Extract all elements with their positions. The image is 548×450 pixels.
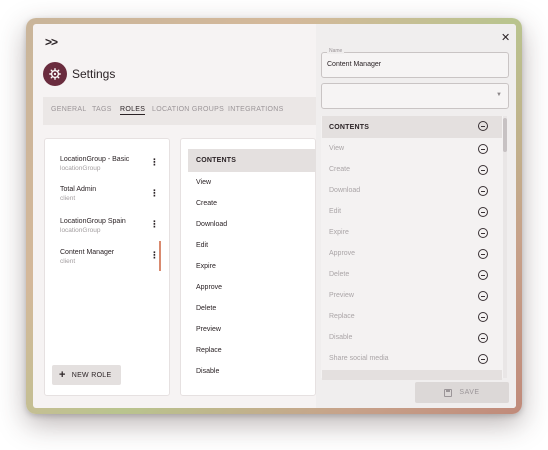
page-title: Settings: [72, 67, 116, 81]
settings-gear-icon: [43, 62, 67, 86]
tab-roles[interactable]: ROLES: [120, 106, 146, 115]
role-name: LocationGroup - Basic: [60, 156, 130, 163]
tab-location-groups[interactable]: LOCATION GROUPS: [152, 106, 224, 113]
remove-circle-icon[interactable]: [478, 228, 488, 238]
remove-circle-icon[interactable]: [478, 186, 488, 196]
permission-item: Delete: [196, 305, 217, 312]
permission-list-item: Create: [329, 166, 351, 173]
permission-list-header-label: CONTENTS: [329, 124, 370, 131]
remove-circle-icon[interactable]: [478, 270, 488, 280]
save-icon: [444, 388, 453, 397]
remove-circle-icon[interactable]: [478, 207, 488, 217]
selected-indicator: [159, 241, 161, 271]
permission-select[interactable]: [321, 83, 509, 109]
permission-item: Edit: [196, 242, 209, 249]
permission-list-item: Disable: [329, 334, 353, 341]
permission-item: Disable: [196, 368, 220, 375]
remove-circle-icon[interactable]: [478, 291, 488, 301]
tab-general[interactable]: GENERAL: [51, 106, 87, 113]
save-label: SAVE: [459, 389, 480, 396]
permission-item: Expire: [196, 263, 216, 270]
permission-item: Download: [196, 221, 228, 228]
permission-item: View: [196, 179, 212, 186]
chevron-down-icon[interactable]: ▼: [496, 92, 502, 98]
role-item[interactable]: LocationGroup - Basic locationGroup: [60, 156, 129, 172]
permission-list-item: Delete: [329, 271, 350, 278]
remove-circle-icon[interactable]: [478, 333, 488, 343]
close-icon[interactable]: ✕: [501, 31, 510, 44]
name-label: Name: [327, 48, 345, 54]
permission-list-item: View: [329, 145, 345, 152]
role-name: Total Admin: [60, 186, 97, 193]
tab-integrations[interactable]: INTEGRATIONS: [228, 106, 284, 113]
name-value: Content Manager: [327, 61, 382, 68]
role-item[interactable]: LocationGroup Spain locationGroup: [60, 218, 126, 234]
remove-circle-icon[interactable]: [478, 312, 488, 322]
role-type: client: [60, 195, 76, 202]
permission-list-item: Download: [329, 187, 361, 194]
permission-list-item: Replace: [329, 313, 355, 320]
more-vert-icon[interactable]: ⋮: [150, 251, 159, 260]
new-role-label: NEW ROLE: [71, 371, 112, 379]
role-type: locationGroup: [60, 165, 101, 172]
more-vert-icon[interactable]: ⋮: [150, 189, 159, 198]
expand-icon[interactable]: >>: [45, 35, 58, 49]
permission-list-item: Expire: [329, 229, 349, 236]
role-item[interactable]: Total Admin client: [60, 186, 96, 202]
permission-list-item: Share social media: [329, 355, 389, 362]
scrollbar-thumb[interactable]: [503, 118, 507, 152]
remove-circle-icon[interactable]: [478, 354, 488, 364]
role-type: client: [60, 258, 76, 265]
remove-circle-icon[interactable]: [478, 121, 488, 131]
remove-circle-icon[interactable]: [478, 144, 488, 154]
tab-tags[interactable]: TAGS: [92, 106, 112, 113]
permission-item: Create: [196, 200, 218, 207]
roles-list: [44, 138, 170, 396]
settings-window: >> Settings GENERAL TAGS ROLES LOCATION …: [33, 24, 516, 408]
permission-item: Replace: [196, 347, 222, 354]
more-vert-icon[interactable]: ⋮: [150, 158, 159, 167]
permission-item: Approve: [196, 284, 223, 291]
scrollbar-track[interactable]: [503, 116, 507, 378]
permission-list-item: Edit: [329, 208, 342, 215]
permissions-header: CONTENTS: [188, 149, 316, 172]
permission-list-item: Preview: [329, 292, 354, 299]
gear-icon: [49, 68, 61, 80]
save-button[interactable]: SAVE: [415, 382, 509, 403]
role-name: Content Manager: [60, 249, 115, 256]
role-name: LocationGroup Spain: [60, 218, 126, 225]
plus-icon: +: [59, 369, 66, 381]
permission-list-item: Approve: [329, 250, 356, 257]
role-item-selected[interactable]: Content Manager client: [60, 249, 114, 265]
more-vert-icon[interactable]: ⋮: [150, 220, 159, 229]
remove-circle-icon[interactable]: [478, 165, 488, 175]
role-type: locationGroup: [60, 227, 101, 234]
permission-item: Preview: [196, 326, 221, 333]
permission-list-next-group: [322, 370, 502, 380]
new-role-button[interactable]: + NEW ROLE: [52, 365, 121, 385]
remove-circle-icon[interactable]: [478, 249, 488, 259]
